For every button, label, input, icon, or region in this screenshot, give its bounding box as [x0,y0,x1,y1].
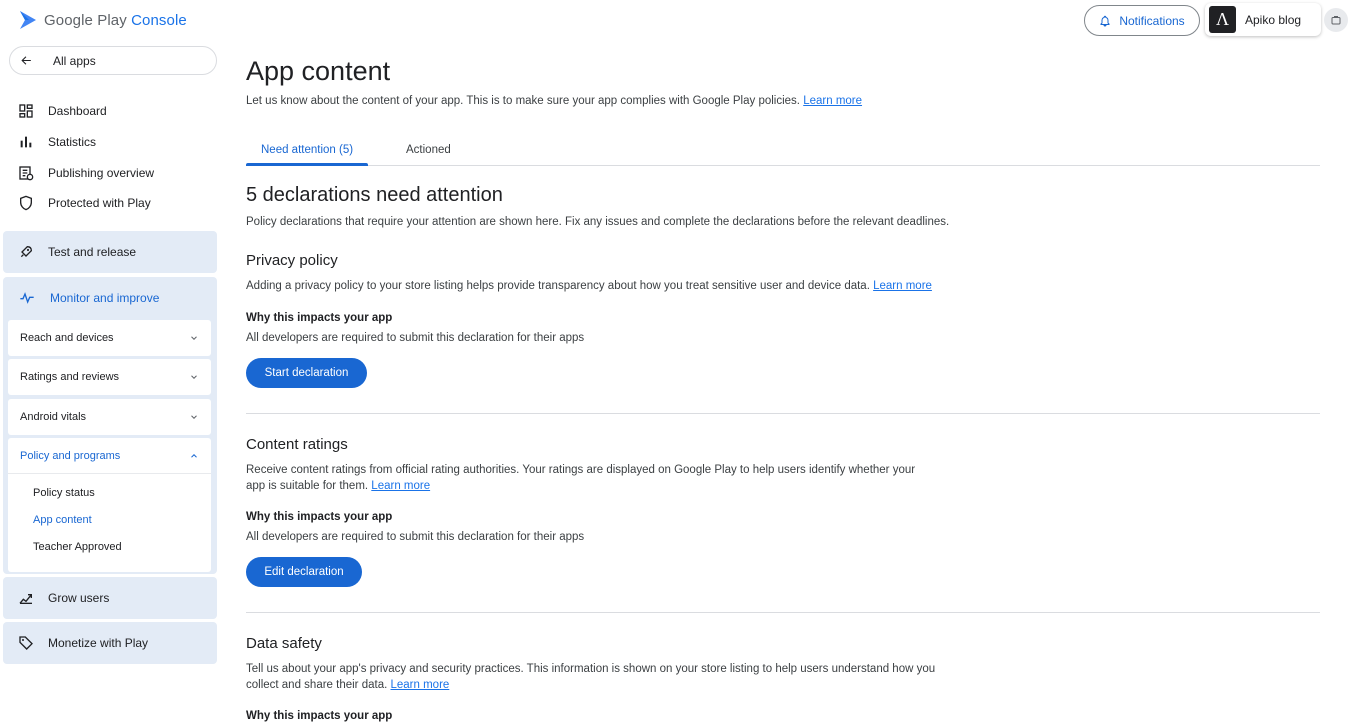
bell-icon [1100,15,1110,27]
grow-users-icon [19,594,32,604]
active-tab-indicator [246,163,368,166]
chevron-down-icon [191,415,197,419]
sub-item-label: Policy and programs [20,449,121,462]
content-ratings-title: Content ratings [246,436,348,453]
requirement-text: All developers are required to submit th… [246,332,585,344]
section-title: 5 declarations need attention [246,184,503,206]
sidebar-group-monetize-with-play[interactable]: Monetize with Play [3,622,217,664]
sidebar-item-publishing-overview[interactable]: Publishing overview [18,165,154,181]
learn-more-link[interactable]: Learn more [371,480,430,492]
notifications-button[interactable]: Notifications [1084,5,1200,36]
sidebar-item-dashboard[interactable]: Dashboard [18,103,107,119]
sidebar-item-ratings-and-reviews[interactable]: Ratings and reviews [8,359,211,395]
sub-item-label: Reach and devices [20,332,114,344]
sidebar-item-android-vitals[interactable]: Android vitals [8,399,211,435]
sidebar-item-policy-status[interactable]: Policy status [8,479,211,506]
divider [246,612,1320,613]
sidebar-group-grow-users[interactable]: Grow users [3,577,217,619]
learn-more-link[interactable]: Learn more [390,679,449,691]
why-impacts-heading: Why this impacts your app [246,511,393,523]
sidebar-item-app-content[interactable]: App content [8,506,211,533]
chevron-down-icon [191,375,197,379]
divider [246,413,1320,414]
sidebar-item-teacher-approved[interactable]: Teacher Approved [8,533,211,560]
privacy-policy-description: Adding a privacy policy to your store li… [246,279,936,295]
tab-actioned[interactable]: Actioned [406,144,451,156]
sidebar-item-statistics[interactable]: Statistics [18,134,96,150]
sidebar-item-label: Statistics [48,135,97,149]
sub-item-label: Ratings and reviews [20,371,120,383]
edit-declaration-button[interactable]: Edit declaration [246,557,362,587]
sidebar-group-label: Monitor and improve [50,291,160,305]
sidebar-group-test-and-release[interactable]: Test and release [3,231,217,273]
notifications-label: Notifications [1119,13,1185,28]
back-arrow-icon [21,56,31,65]
all-apps-button[interactable]: All apps [9,46,217,75]
requirement-text: All developers are required to submit th… [246,531,585,543]
sidebar-item-policy-and-programs: Policy and programs Policy status App co… [8,438,211,572]
sidebar-group-label: Grow users [48,591,110,605]
monitor-and-improve-header[interactable]: Monitor and improve [3,277,217,319]
tab-need-attention[interactable]: Need attention (5) [261,144,353,156]
policy-and-programs-header[interactable]: Policy and programs [8,438,211,474]
sidebar-item-label: Protected with Play [48,196,151,210]
content-ratings-description: Receive content ratings from official ra… [246,463,936,494]
page-subtitle: Let us know about the content of your ap… [246,95,862,107]
main-content: App content Let us know about the conten… [222,42,1352,725]
sidebar-item-protected-with-play[interactable]: Protected with Play [18,195,151,211]
shield-icon [20,195,32,211]
account-switcher[interactable]: Λ Apiko blog [1205,3,1321,36]
tab-bar: Need attention (5) Actioned [246,138,1320,166]
pulse-icon [20,292,34,304]
rocket-icon [20,245,33,258]
top-bar: Google Play Console Notifications Λ Apik… [0,0,1352,42]
sidebar-item-label: Publishing overview [48,166,155,180]
sidebar-item-reach-and-devices[interactable]: Reach and devices [8,320,211,356]
declaration-desc-text: Receive content ratings from official ra… [246,464,916,492]
learn-more-link[interactable]: Learn more [803,95,862,107]
bar-chart-icon [20,136,32,148]
publishing-icon [19,166,34,181]
start-declaration-button[interactable]: Start declaration [246,358,367,388]
help-icon[interactable] [1324,8,1348,32]
why-impacts-heading: Why this impacts your app [246,312,393,324]
play-logo-icon [20,11,36,29]
logo-text-google-play: Google Play [44,11,127,29]
learn-more-link[interactable]: Learn more [873,280,932,292]
data-safety-description: Tell us about your app's privacy and sec… [246,662,936,693]
page-subtitle-text: Let us know about the content of your ap… [246,95,801,107]
chevron-down-icon [191,336,197,340]
sidebar-item-label: Dashboard [48,104,107,118]
dashboard-icon [19,104,33,118]
page-title: App content [246,56,391,86]
all-apps-label: All apps [53,53,96,68]
declaration-desc-text: Adding a privacy policy to your store li… [246,280,870,292]
chevron-up-icon [191,453,197,458]
sidebar: All apps Dashboard Statistics Publishing… [0,42,222,725]
section-description: Policy declarations that require your at… [246,216,950,228]
account-name: Apiko blog [1245,12,1302,27]
account-avatar: Λ [1209,6,1236,33]
tag-icon [19,636,33,650]
why-impacts-heading: Why this impacts your app [246,710,393,722]
data-safety-title: Data safety [246,635,322,652]
sub-item-label: Android vitals [20,411,87,423]
declaration-desc-text: Tell us about your app's privacy and sec… [246,663,936,691]
google-play-console-logo[interactable]: Google Play Console [18,10,187,30]
privacy-policy-title: Privacy policy [246,252,338,269]
sidebar-group-label: Monetize with Play [48,636,149,650]
sidebar-group-label: Test and release [48,245,137,259]
logo-text-console: Console [131,11,187,29]
